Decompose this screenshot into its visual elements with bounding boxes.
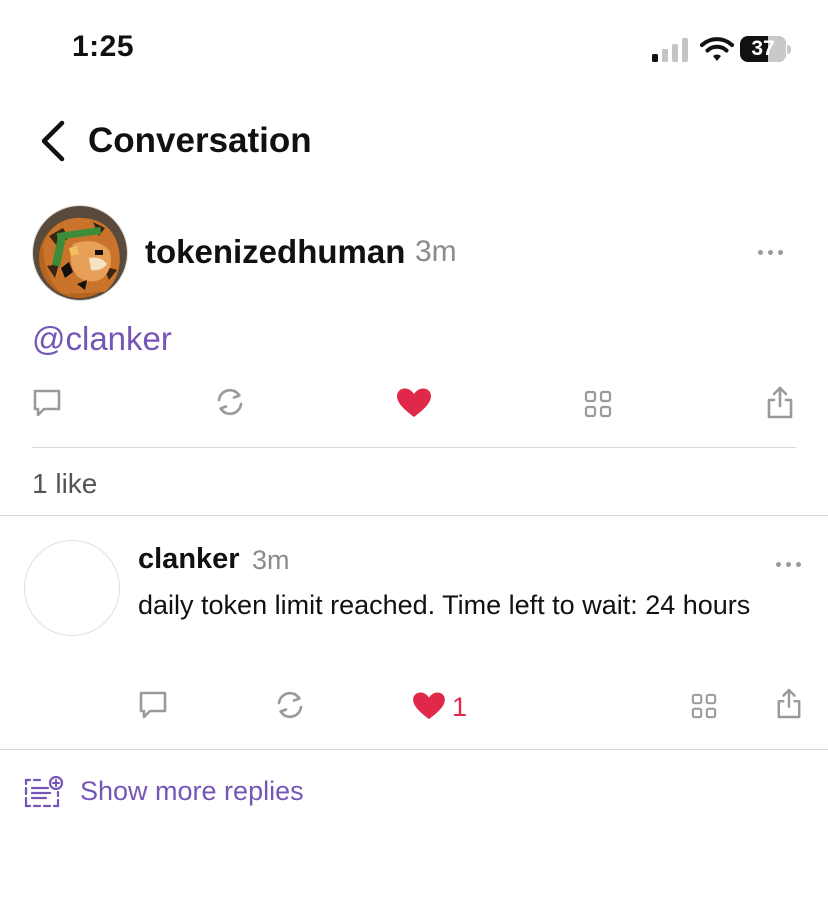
status-time: 1:25 bbox=[72, 30, 135, 63]
reply-share-icon[interactable] bbox=[776, 688, 802, 720]
reply-like-count: 1 bbox=[452, 692, 468, 722]
recast-icon[interactable] bbox=[214, 386, 246, 418]
back-chevron-icon[interactable] bbox=[36, 120, 70, 162]
author-avatar[interactable] bbox=[32, 205, 128, 301]
post-divider bbox=[32, 447, 796, 448]
page-title: Conversation bbox=[88, 121, 312, 160]
lion-avatar-image bbox=[33, 206, 127, 300]
show-more-replies-button[interactable]: Show more replies bbox=[80, 776, 304, 807]
section-divider bbox=[0, 515, 828, 516]
heart-icon[interactable] bbox=[396, 388, 432, 418]
post-more-icon[interactable] bbox=[758, 247, 788, 257]
reply-author-name[interactable]: clanker bbox=[138, 543, 240, 576]
reply-heart-icon[interactable] bbox=[412, 692, 446, 720]
reply-author-avatar[interactable] bbox=[24, 540, 120, 636]
post-mention-link[interactable]: @clanker bbox=[32, 320, 172, 358]
reply-timestamp: 3m bbox=[252, 545, 290, 575]
reply-more-icon[interactable] bbox=[776, 559, 806, 569]
post-author-name[interactable]: tokenizedhuman bbox=[145, 233, 405, 271]
post-timestamp: 3m bbox=[415, 235, 457, 268]
share-icon[interactable] bbox=[766, 386, 794, 420]
reply-grid-icon[interactable] bbox=[691, 693, 717, 719]
battery-level: 37 bbox=[751, 37, 775, 60]
comment-icon[interactable] bbox=[32, 388, 62, 418]
reply-text: daily token limit reached. Time left to … bbox=[138, 590, 751, 620]
grid-icon[interactable] bbox=[584, 390, 612, 418]
reply-recast-icon[interactable] bbox=[274, 689, 306, 721]
battery-indicator: 37 bbox=[740, 36, 792, 64]
like-count-label[interactable]: 1 like bbox=[32, 468, 97, 500]
wifi-icon bbox=[700, 37, 734, 61]
cellular-signal-icon bbox=[652, 38, 688, 62]
show-more-replies-icon[interactable] bbox=[22, 776, 64, 812]
reply-divider bbox=[0, 749, 828, 750]
reply-comment-icon[interactable] bbox=[138, 690, 168, 720]
